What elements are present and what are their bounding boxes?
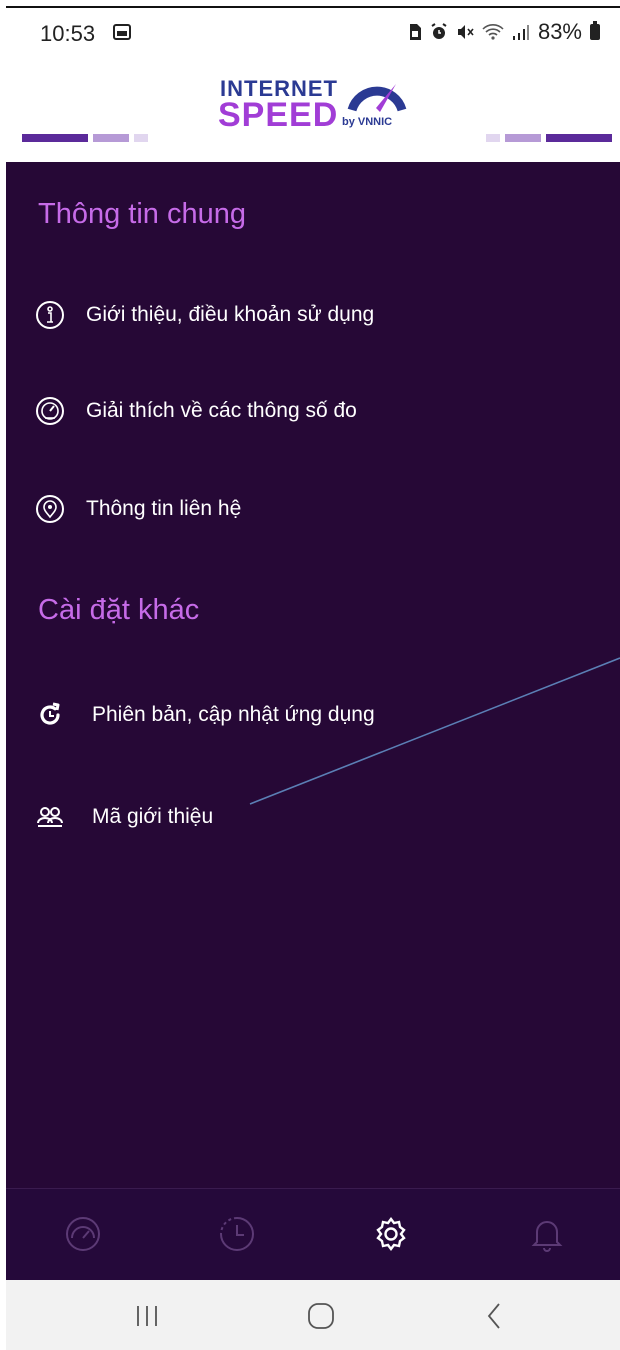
progress-bars-right: [486, 134, 612, 142]
menu-item-metrics-explained[interactable]: Giải thích về các thông số đo: [30, 386, 357, 436]
alarm-icon: [431, 23, 447, 39]
location-pin-icon: [30, 489, 70, 529]
signal-icon: [512, 25, 529, 40]
menu-item-about-terms[interactable]: Giới thiệu, điều khoản sử dụng: [30, 290, 374, 340]
recents-button[interactable]: [122, 1294, 172, 1338]
settings-gear-icon: [376, 1217, 406, 1251]
app-logo: INTERNET SPEED by VNNIC: [218, 66, 418, 136]
nav-history[interactable]: [210, 1209, 264, 1259]
menu-label: Phiên bản, cập nhật ứng dụng: [92, 703, 375, 726]
status-time: 10:53: [40, 21, 96, 46]
status-bar: 10:53 83%: [6, 8, 614, 58]
mute-icon: [457, 25, 474, 39]
back-button[interactable]: [470, 1294, 520, 1338]
wifi-icon: [482, 24, 504, 40]
app-header: INTERNET SPEED by VNNIC: [6, 58, 614, 162]
speedometer-icon: [30, 391, 70, 431]
info-icon: [30, 295, 70, 335]
battery-percent: 83%: [537, 19, 582, 44]
section-title-general: Thông tin chung: [38, 198, 246, 230]
logo-line2: SPEED: [218, 96, 339, 134]
home-icon: [308, 1303, 334, 1329]
menu-item-contact-info[interactable]: Thông tin liên hệ: [30, 484, 241, 534]
settings-panel: Thông tin chung Giới thiệu, điều khoản s…: [6, 162, 620, 1188]
refresh-icon: [30, 695, 70, 735]
speedometer-icon: [66, 1217, 100, 1251]
menu-item-referral-code[interactable]: Mã giới thiệu: [30, 792, 213, 842]
logo-byline: by VNNIC: [342, 116, 393, 128]
bell-icon: [531, 1221, 563, 1252]
sim-icon: [409, 24, 421, 40]
nav-speedtest[interactable]: [56, 1209, 110, 1259]
nav-notifications[interactable]: [520, 1209, 574, 1259]
menu-label: Thông tin liên hệ: [86, 497, 242, 520]
users-icon: [30, 797, 70, 837]
battery-icon: [590, 21, 600, 40]
menu-item-version-update[interactable]: Phiên bản, cập nhật ứng dụng: [30, 690, 375, 740]
nav-settings[interactable]: [364, 1209, 418, 1259]
recents-icon: [137, 1306, 157, 1326]
progress-bars-left: [22, 134, 148, 142]
image-icon: [113, 24, 131, 40]
menu-label: Giới thiệu, điều khoản sử dụng: [86, 303, 375, 326]
menu-label: Mã giới thiệu: [92, 805, 214, 828]
home-button[interactable]: [296, 1294, 346, 1338]
history-clock-icon: [220, 1217, 254, 1251]
system-nav-bar: [6, 1280, 620, 1350]
menu-label: Giải thích về các thông số đo: [86, 399, 357, 422]
gauge-logo-icon: [347, 84, 407, 112]
status-icons: 83%: [408, 19, 600, 44]
bottom-nav: [6, 1188, 620, 1281]
section-title-other-settings: Cài đặt khác: [38, 594, 200, 626]
back-icon: [487, 1303, 500, 1329]
